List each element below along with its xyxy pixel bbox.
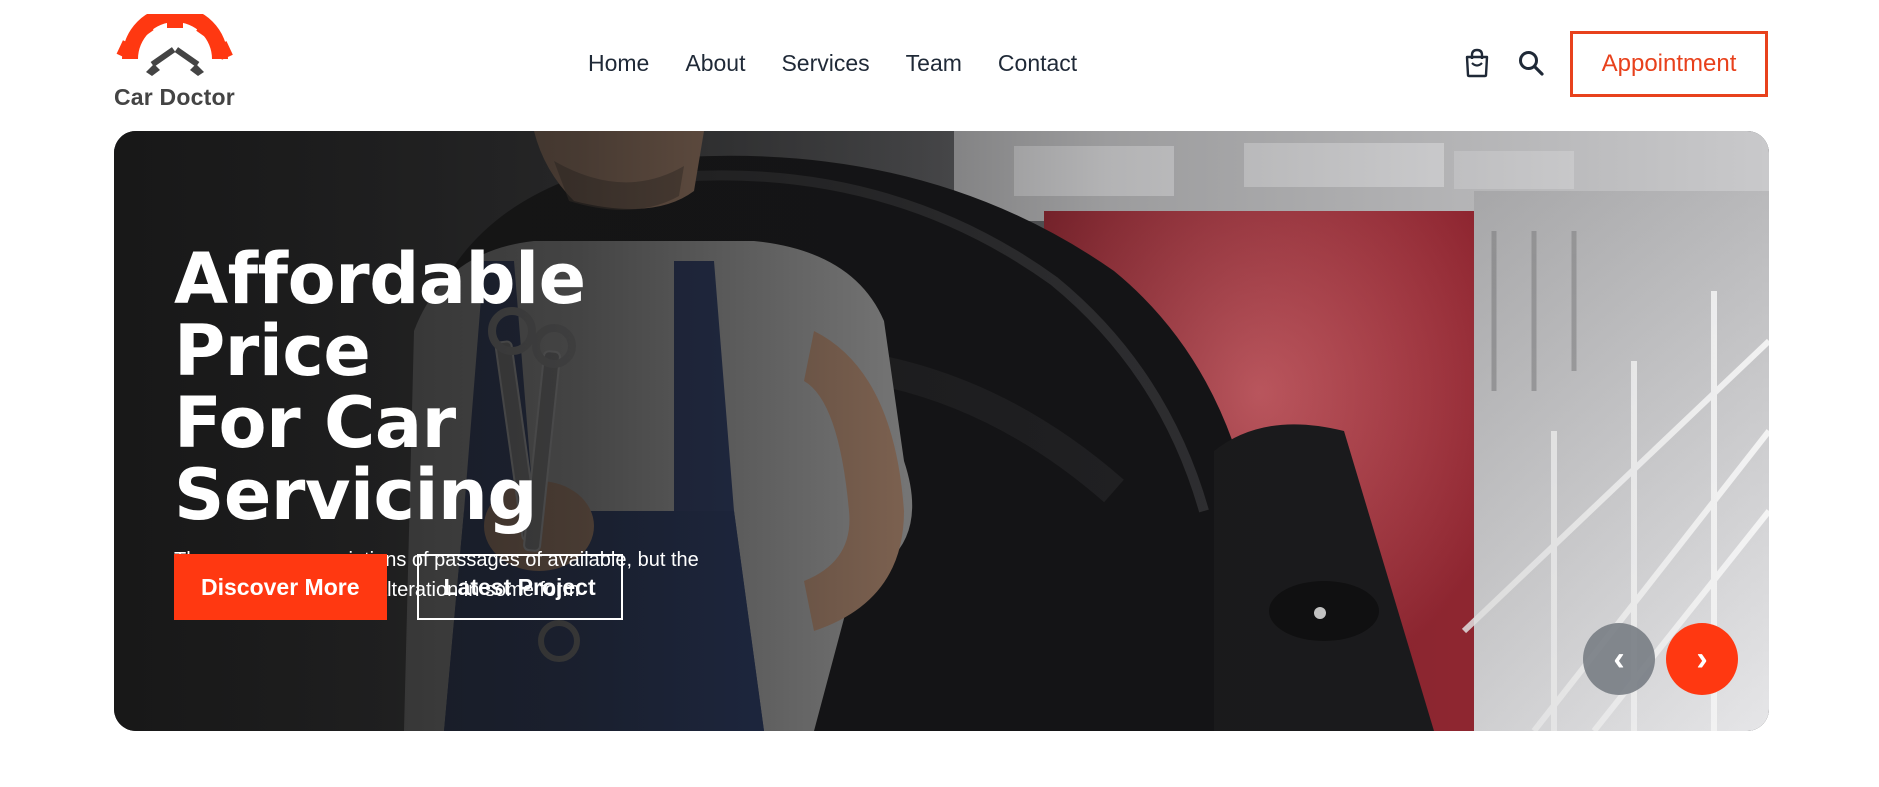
chevron-right-icon: › <box>1696 639 1708 678</box>
main-nav: Home About Services Team Contact <box>588 50 1077 77</box>
carousel-prev-button[interactable]: ‹ <box>1583 623 1655 695</box>
search-icon[interactable] <box>1518 50 1544 76</box>
carousel-next-button[interactable]: › <box>1666 623 1738 695</box>
hero-title-line: Servicing <box>174 454 537 536</box>
discover-more-button[interactable]: Discover More <box>174 554 387 620</box>
nav-home[interactable]: Home <box>588 50 649 77</box>
appointment-button[interactable]: Appointment <box>1570 31 1768 97</box>
chevron-left-icon: ‹ <box>1613 639 1625 678</box>
logo[interactable]: Car Doctor <box>114 14 239 114</box>
latest-project-button[interactable]: Latest Project <box>416 554 623 620</box>
shopping-bag-icon[interactable] <box>1463 48 1491 78</box>
nav-contact[interactable]: Contact <box>998 50 1077 77</box>
gear-logo-icon <box>116 14 233 76</box>
hero-title-line: For Car <box>174 382 456 464</box>
hero-banner: Affordable Price For Car Servicing There… <box>114 131 1769 731</box>
nav-services[interactable]: Services <box>781 50 869 77</box>
hero-content: Affordable Price For Car Servicing There… <box>174 243 794 605</box>
hero-title-line: Affordable Price <box>174 238 586 392</box>
hero-title: Affordable Price For Car Servicing <box>174 243 794 531</box>
nav-about[interactable]: About <box>685 50 745 77</box>
hero-actions: Discover More Latest Project <box>174 554 623 620</box>
brand-name: Car Doctor <box>114 84 235 110</box>
site-header: Car Doctor Home About Services Team Cont… <box>0 0 1879 131</box>
nav-team[interactable]: Team <box>906 50 962 77</box>
